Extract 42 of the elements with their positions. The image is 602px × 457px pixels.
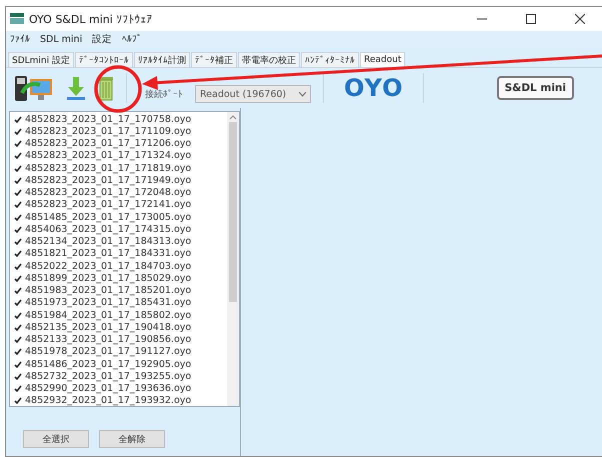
- menu-item[interactable]: SDL mini: [40, 34, 82, 45]
- window-title: OYO S&DL mini ｿﾌﾄｳｪｱ: [29, 12, 154, 26]
- tab[interactable]: Readout: [360, 52, 406, 67]
- tab[interactable]: ﾃﾞｰﾀ補正: [191, 52, 237, 67]
- file-name[interactable]: 4851821_2023_01_17_184331.oyo: [25, 248, 192, 260]
- file-name[interactable]: 4852823_2023_01_17_172141.oyo: [25, 199, 192, 210]
- file-name[interactable]: 4852133_2023_01_17_190856.oyo: [25, 334, 192, 346]
- file-name[interactable]: 4852823_2023_01_17_170758.oyo: [25, 114, 192, 125]
- product-logo: S&DL mini: [496, 76, 574, 100]
- file-name[interactable]: 4852823_2023_01_17_171206.oyo: [25, 138, 192, 150]
- file-name[interactable]: 4852990_2023_01_17_193636.oyo: [25, 383, 192, 394]
- tab[interactable]: SDLmini 設定: [8, 52, 74, 67]
- logo: OYO: [344, 74, 404, 102]
- file-name[interactable]: 4852823_2023_01_17_171949.oyo: [25, 174, 192, 186]
- file-name[interactable]: 4851983_2023_01_17_185201.oyo: [25, 285, 192, 296]
- tab[interactable]: 帯電率の校正: [238, 52, 300, 67]
- port-dropdown[interactable]: Readout (196760): [195, 85, 311, 103]
- tab[interactable]: ﾘｱﾙﾀｲﾑ計測: [134, 52, 190, 67]
- file-name[interactable]: 4851486_2023_01_17_192905.oyo: [25, 358, 192, 370]
- file-name[interactable]: 4852823_2023_01_17_171109.oyo: [25, 126, 192, 137]
- file-name[interactable]: 4851485_2023_01_17_173005.oyo: [25, 212, 192, 223]
- file-name[interactable]: 4852823_2023_01_17_171324.oyo: [25, 150, 192, 162]
- file-name[interactable]: 4851984_2023_01_17_185802.oyo: [25, 310, 192, 321]
- file-name[interactable]: 4852823_2023_01_17_172048.oyo: [25, 187, 192, 198]
- file-name[interactable]: 4852134_2023_01_17_184313.oyo: [25, 236, 192, 248]
- file-name[interactable]: 4852823_2023_01_17_171819.oyo: [25, 162, 192, 174]
- menu-item[interactable]: 設定: [92, 33, 112, 46]
- file-name[interactable]: 4851978_2023_01_17_191127.oyo: [25, 346, 192, 358]
- select-button[interactable]: 全解除: [99, 430, 165, 448]
- port-label: 接続ﾎﾟｰﾄ: [145, 88, 183, 100]
- menu-item[interactable]: ﾌｧｲﾙ: [10, 34, 30, 45]
- file-name[interactable]: 4852022_2023_01_17_184703.oyo: [25, 260, 192, 272]
- tab[interactable]: ﾃﾞｰﾀｺﾝﾄﾛｰﾙ: [75, 52, 133, 67]
- file-name[interactable]: 4854063_2023_01_17_174315.oyo: [25, 224, 192, 235]
- file-name[interactable]: 4852135_2023_01_17_190418.oyo: [25, 322, 192, 333]
- file-name[interactable]: 4851899_2023_01_17_185029.oyo: [25, 272, 192, 284]
- file-name[interactable]: 4852732_2023_01_17_193255.oyo: [25, 370, 192, 382]
- file-name[interactable]: 4851973_2023_01_17_185431.oyo: [25, 297, 192, 308]
- file-name[interactable]: 4852932_2023_01_17_193932.oyo: [25, 395, 192, 406]
- menu-item[interactable]: ﾍﾙﾌﾟ: [122, 34, 142, 45]
- tab[interactable]: ﾊﾝﾃﾞｨﾀｰﾐﾅﾙ: [301, 52, 359, 67]
- select-button[interactable]: 全選択: [23, 430, 89, 448]
